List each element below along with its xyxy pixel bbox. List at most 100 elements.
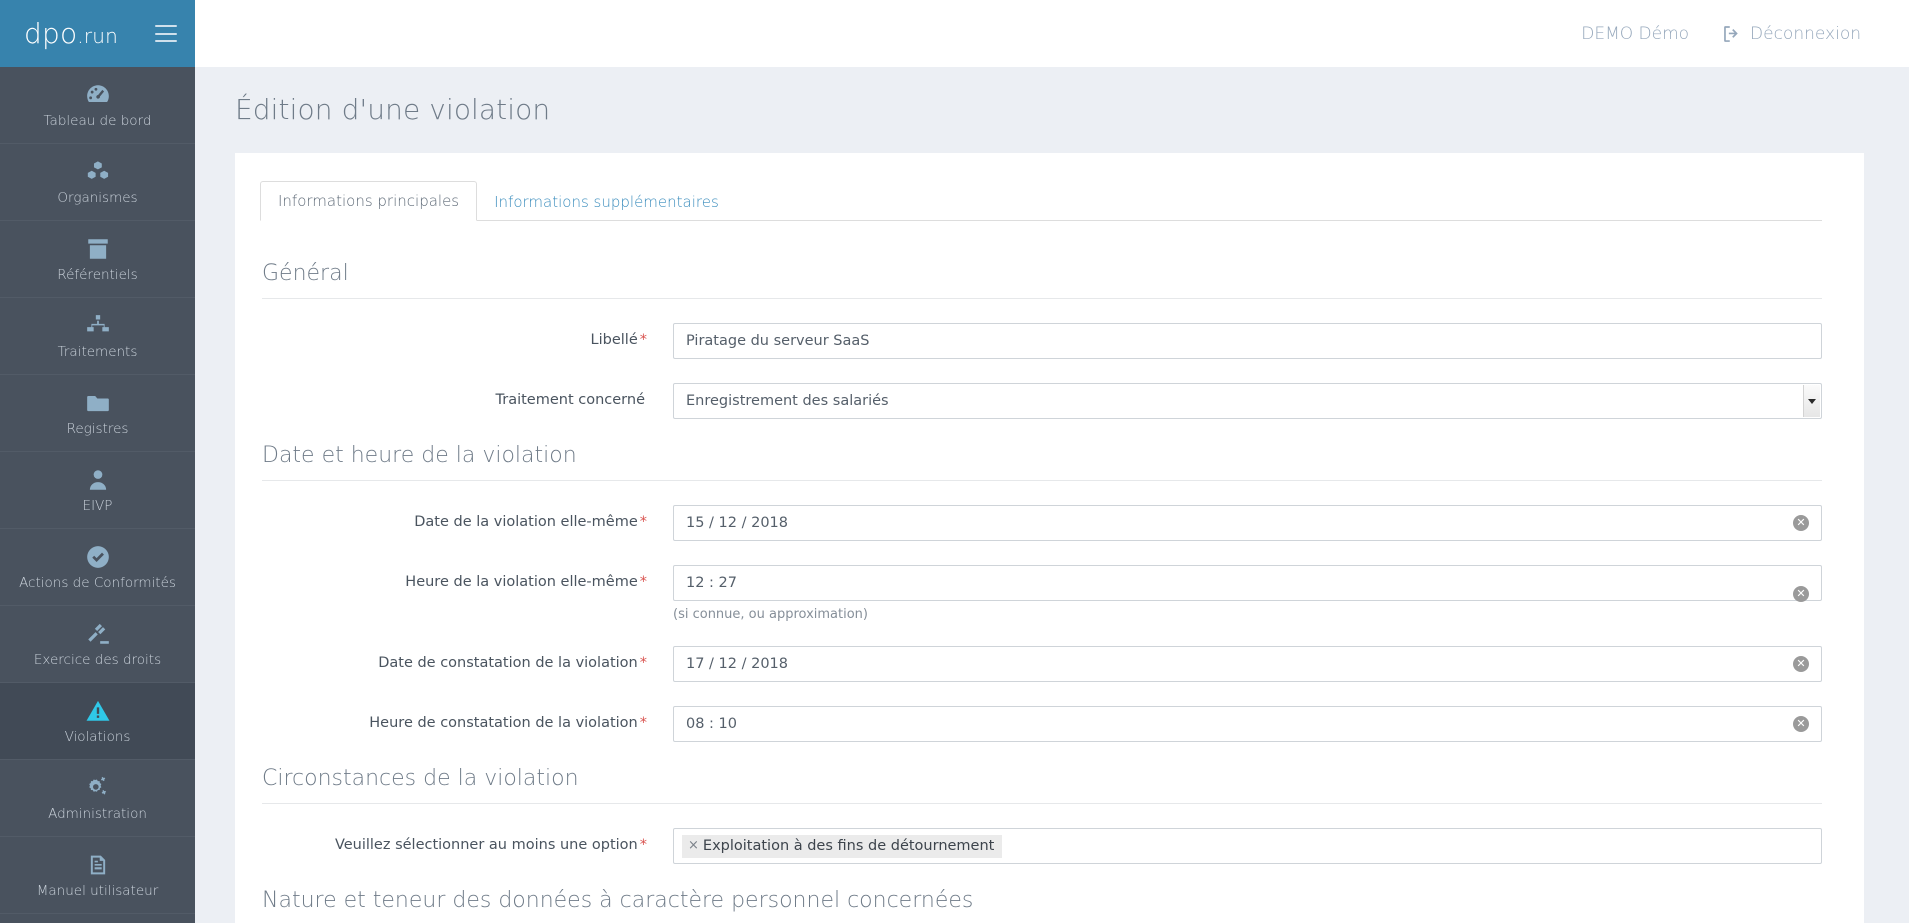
label-libelle: Libellé * <box>262 323 673 349</box>
gavel-icon <box>85 621 111 647</box>
hamburger-icon[interactable] <box>155 25 177 42</box>
section-title-date-heure: Date et heure de la violation <box>262 443 1822 481</box>
sidebar: dpo.run Tableau de bord Organismes Référen… <box>0 0 195 923</box>
required-marker: * <box>639 514 647 530</box>
clear-circle-icon[interactable]: ✕ <box>1793 515 1809 531</box>
tab-informations-supplementaires[interactable]: Informations supplémentaires <box>477 183 736 221</box>
tab-bar: Informations principales Informations su… <box>260 181 1822 221</box>
field-heure-violation: 12 : 27 ✕ (si connue, ou approximation) <box>673 565 1822 622</box>
required-marker: * <box>639 837 647 853</box>
sidebar-item-r-f-rentiels[interactable]: Référentiels <box>0 221 195 298</box>
date-constatation-value: 17 / 12 / 2018 <box>686 656 789 672</box>
selected-chip[interactable]: × Exploitation à des fins de détournemen… <box>682 834 1003 858</box>
sidebar-item-actions-de-conformit-s[interactable]: Actions de Conformités <box>0 529 195 606</box>
label-text: Heure de constatation de la violation <box>369 715 638 731</box>
label-date-violation: Date de la violation elle-même * <box>262 505 673 531</box>
clear-circle-icon[interactable]: ✕ <box>1793 656 1809 672</box>
content-card: Informations principales Informations su… <box>235 153 1864 923</box>
label-text: Heure de la violation elle-même <box>405 574 638 590</box>
sidebar-item-organismes[interactable]: Organismes <box>0 144 195 221</box>
sidebar-item-label: Référentiels <box>57 266 138 283</box>
user-icon <box>85 467 111 493</box>
clear-circle-icon[interactable]: ✕ <box>1793 716 1809 732</box>
sidebar-item-label: Exercice des droits <box>33 651 162 668</box>
sidebar-item-manuel-utilisateur[interactable]: Manuel utilisateur <box>0 837 195 914</box>
dashboard-icon <box>85 82 111 108</box>
heure-violation-value: 12 : 27 <box>686 575 738 591</box>
sidebar-item-traitements[interactable]: Traitements <box>0 298 195 375</box>
label-text: Date de constatation de la violation <box>378 655 638 671</box>
sidebar-item-label: Violations <box>64 728 131 745</box>
field-row-date-violation: Date de la violation elle-même * 15 / 12 … <box>262 505 1822 541</box>
section-title-general: Général <box>262 261 1822 299</box>
field-date-constatation: 17 / 12 / 2018 ✕ <box>673 646 1822 682</box>
tab-label: Informations principales <box>278 192 460 210</box>
sidebar-item-label: Manuel utilisateur <box>36 882 159 899</box>
tab-informations-principales[interactable]: Informations principales <box>260 181 478 221</box>
label-heure-constatation: Heure de constatation de la violation * <box>262 706 673 732</box>
sidebar-item-administration[interactable]: Administration <box>0 760 195 837</box>
chevron-down-icon[interactable] <box>1803 385 1820 417</box>
traitement-select[interactable]: Enregistrement des salariés <box>673 383 1822 419</box>
sidebar-item-label: EIVP <box>82 497 113 514</box>
label-traitement: Traitement concerné <box>262 383 673 409</box>
current-user[interactable]: DEMO Démo <box>1581 24 1689 44</box>
sidebar-item-registres[interactable]: Registres <box>0 375 195 452</box>
logout-icon <box>1723 25 1741 43</box>
sidebar-item-label: Registres <box>66 420 129 437</box>
libelle-value: Piratage du serveur SaaS <box>686 333 870 349</box>
folder-icon <box>85 390 111 416</box>
date-violation-input[interactable]: 15 / 12 / 2018 <box>673 505 1822 541</box>
label-text: Traitement concerné <box>495 392 645 408</box>
current-user-label: DEMO Démo <box>1581 23 1690 44</box>
label-option: Veuillez sélectionner au moins une optio… <box>262 828 673 854</box>
check-circle-icon <box>85 544 111 570</box>
traitement-selected-value: Enregistrement des salariés <box>686 393 889 409</box>
field-traitement: Enregistrement des salariés <box>673 383 1822 419</box>
required-marker: * <box>639 655 647 671</box>
clear-circle-icon[interactable]: ✕ <box>1793 585 1809 602</box>
cubes-icon <box>85 159 111 185</box>
date-constatation-input[interactable]: 17 / 12 / 2018 <box>673 646 1822 682</box>
section-title-nature: Nature et teneur des données à caractère… <box>262 888 1822 923</box>
gears-icon <box>85 775 111 801</box>
heure-constatation-value: 08 : 10 <box>686 716 738 732</box>
required-marker: * <box>639 574 647 590</box>
chip-remove-icon[interactable]: × <box>688 838 699 853</box>
tab-label: Informations supplémentaires <box>494 193 719 211</box>
field-row-option: Veuillez sélectionner au moins une optio… <box>262 828 1822 864</box>
field-row-date-constatation: Date de constatation de la violation * 17… <box>262 646 1822 682</box>
section-title-circonstances: Circonstances de la violation <box>262 766 1822 804</box>
required-marker: * <box>639 715 647 731</box>
heure-violation-hint: (si connue, ou approximation) <box>673 607 868 622</box>
label-text: Date de la violation elle-même <box>414 514 638 530</box>
field-row-heure-constatation: Heure de constatation de la violation * 0… <box>262 706 1822 742</box>
field-row-traitement: Traitement concerné Enregistrement des s… <box>262 383 1822 419</box>
libelle-input[interactable]: Piratage du serveur SaaS <box>673 323 1822 359</box>
date-violation-value: 15 / 12 / 2018 <box>686 515 789 531</box>
form-body: Général Libellé * Piratage du serveur Saa… <box>235 221 1864 923</box>
sidebar-item-tableau-de-bord[interactable]: Tableau de bord <box>0 67 195 144</box>
logout-button[interactable]: Déconnexion <box>1723 24 1861 44</box>
field-row-heure-violation: Heure de la violation elle-même * 12 : 27… <box>262 565 1822 622</box>
sidebar-item-eivp[interactable]: EIVP <box>0 452 195 529</box>
heure-violation-input[interactable]: 12 : 27 <box>673 565 1822 601</box>
logout-label: Déconnexion <box>1750 23 1861 44</box>
label-text: Libellé <box>590 332 638 348</box>
label-text: Veuillez sélectionner au moins une optio… <box>334 837 638 853</box>
book-icon <box>85 852 111 878</box>
sidebar-item-label: Actions de Conformités <box>19 574 176 591</box>
sidebar-nav-list: Tableau de bord Organismes Référentiels Tra… <box>0 67 195 914</box>
app-root: dpo.run Tableau de bord Organismes Référen… <box>0 0 1909 923</box>
top-bar: DEMO Démo Déconnexion <box>195 0 1909 67</box>
option-multiselect[interactable]: × Exploitation à des fins de détournemen… <box>673 828 1822 864</box>
sidebar-item-exercice-des-droits[interactable]: Exercice des droits <box>0 606 195 683</box>
archive-box-icon <box>85 236 111 262</box>
field-heure-constatation: 08 : 10 ✕ <box>673 706 1822 742</box>
required-marker: * <box>639 332 647 348</box>
sidebar-item-violations[interactable]: Violations <box>0 683 195 760</box>
sidebar-item-label: Tableau de bord <box>43 112 152 129</box>
chip-label: Exploitation à des fins de détournement <box>702 837 995 854</box>
app-logo[interactable]: dpo.run <box>24 19 118 48</box>
heure-constatation-input[interactable]: 08 : 10 <box>673 706 1822 742</box>
